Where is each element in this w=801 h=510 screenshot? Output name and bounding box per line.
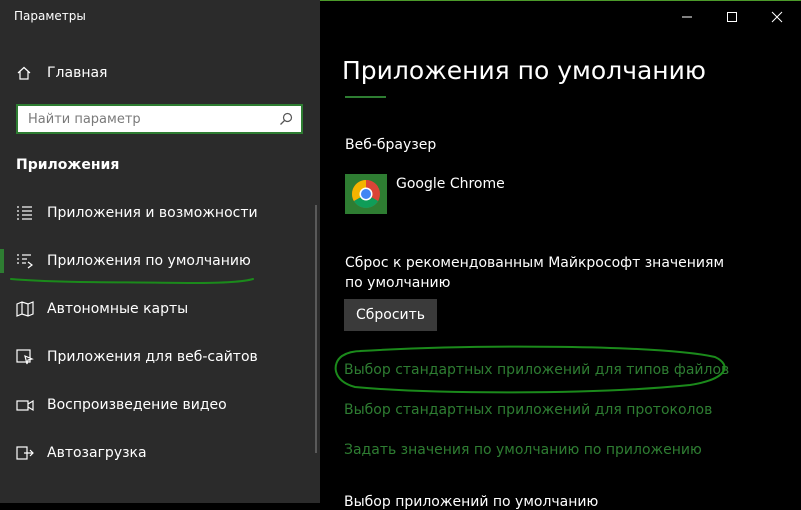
- reset-button[interactable]: Сбросить: [344, 299, 437, 331]
- sidebar-item-label: Автономные карты: [47, 301, 189, 317]
- window-title: Параметры: [14, 9, 86, 23]
- sidebar-item-label: Приложения для веб-сайтов: [47, 349, 258, 365]
- cut-off-heading: Выбор приложений по умолчанию: [344, 494, 599, 510]
- selection-indicator: [0, 249, 4, 273]
- map-icon: [16, 301, 34, 317]
- web-apps-icon: [16, 349, 34, 365]
- apps-list-icon: [17, 206, 32, 220]
- search-box[interactable]: [16, 104, 303, 134]
- minimize-button[interactable]: [676, 6, 698, 28]
- link-choose-by-protocol[interactable]: Выбор стандартных приложений для протоко…: [344, 402, 712, 418]
- search-input[interactable]: [18, 106, 275, 132]
- home-nav-item[interactable]: Главная: [16, 62, 107, 84]
- default-apps-icon: [17, 254, 33, 269]
- link-set-defaults-by-app[interactable]: Задать значения по умолчанию по приложен…: [344, 442, 702, 458]
- video-icon: [16, 399, 34, 412]
- sidebar-item-apps-features[interactable]: Приложения и возможности: [0, 193, 312, 233]
- close-icon: [771, 11, 783, 23]
- title-underline: [345, 96, 386, 98]
- sidebar-item-label: Приложения и возможности: [47, 205, 258, 221]
- sidebar-item-label: Автозагрузка: [47, 445, 147, 461]
- search-icon[interactable]: [275, 108, 297, 130]
- minimize-icon: [682, 16, 692, 18]
- sidebar-item-label: Приложения по умолчанию: [47, 253, 251, 269]
- reset-description: Сброс к рекомендованным Майкрософт значе…: [345, 255, 725, 291]
- close-button[interactable]: [766, 6, 788, 28]
- browser-app-tile[interactable]: [345, 174, 387, 214]
- section-title: Приложения: [16, 157, 120, 173]
- startup-icon: [16, 446, 34, 460]
- maximize-icon: [727, 12, 737, 22]
- sidebar-scrollbar[interactable]: [315, 205, 317, 453]
- browser-app-name[interactable]: Google Chrome: [396, 176, 505, 192]
- home-label: Главная: [47, 65, 108, 81]
- web-browser-label: Веб-браузер: [345, 137, 437, 153]
- sidebar: Параметры Главная Приложения Приложения …: [0, 0, 320, 503]
- chrome-icon: [352, 180, 380, 208]
- sidebar-item-label: Воспроизведение видео: [47, 397, 227, 413]
- sidebar-item-web-apps[interactable]: Приложения для веб-сайтов: [0, 337, 312, 377]
- home-icon: [17, 66, 31, 80]
- sidebar-item-offline-maps[interactable]: Автономные карты: [0, 289, 312, 329]
- sidebar-item-default-apps[interactable]: Приложения по умолчанию: [0, 241, 312, 281]
- page-title: Приложения по умолчанию: [342, 56, 706, 85]
- sidebar-item-video-playback[interactable]: Воспроизведение видео: [0, 385, 312, 425]
- sidebar-item-startup[interactable]: Автозагрузка: [0, 433, 312, 473]
- maximize-button[interactable]: [721, 6, 743, 28]
- link-choose-by-file-type[interactable]: Выбор стандартных приложений для типов ф…: [344, 362, 729, 378]
